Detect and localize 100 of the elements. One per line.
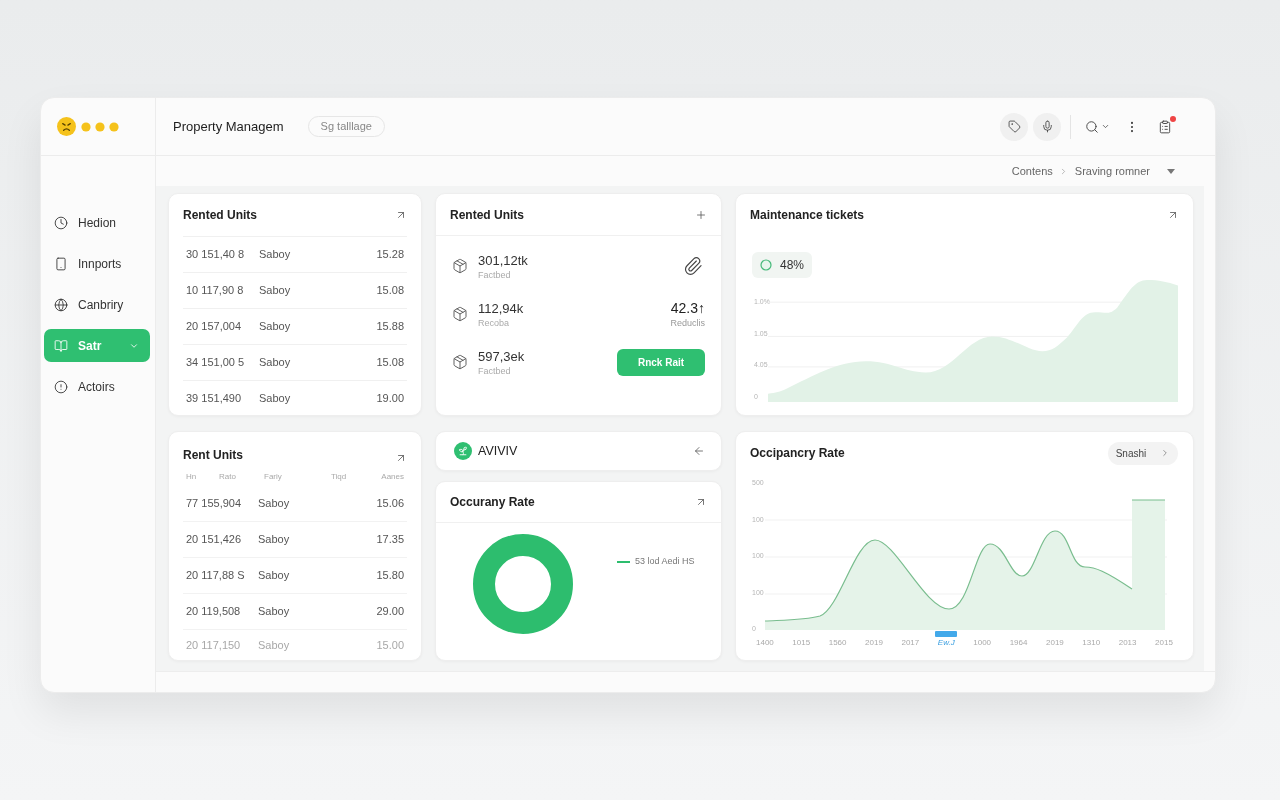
axis-label[interactable]: 2017 bbox=[901, 638, 920, 648]
axis-label[interactable]: 1400 bbox=[756, 638, 774, 648]
breadcrumb-link[interactable]: Sraving romner bbox=[1074, 162, 1150, 180]
tenant-name: Saboy bbox=[258, 496, 290, 512]
axis-label[interactable]: 2019 bbox=[1046, 638, 1064, 648]
unit-id: 20 117,88 S bbox=[186, 568, 246, 584]
axis-label[interactable]: 1000 bbox=[973, 638, 992, 648]
alert-circle-icon bbox=[54, 379, 68, 394]
clipboard-icon[interactable] bbox=[1158, 119, 1172, 134]
axis-label[interactable]: 2019 bbox=[865, 638, 883, 648]
box-icon bbox=[452, 306, 468, 322]
rent-amount: 17.35 bbox=[376, 532, 404, 548]
column-header: Rato bbox=[219, 471, 237, 483]
tenant-name: Saboy bbox=[259, 391, 291, 407]
rent-amount: 19.00 bbox=[376, 391, 404, 407]
column-header: Tiqd bbox=[331, 471, 347, 483]
column-header: Hn bbox=[186, 471, 198, 483]
arrow-left-icon[interactable] bbox=[693, 445, 705, 457]
tenant-name: Saboy bbox=[259, 247, 291, 263]
stat-caption: Recoba bbox=[478, 316, 511, 329]
legend-label: 53 lod Aedi HS bbox=[635, 555, 695, 568]
rent-amount: 15.08 bbox=[376, 355, 404, 371]
dots-icon bbox=[81, 121, 119, 132]
card-title: Rent Units bbox=[183, 447, 243, 464]
sidebar-item[interactable]: Satr bbox=[44, 329, 150, 362]
highlight-bar-icon bbox=[935, 631, 958, 637]
arrow-up-right-icon[interactable] bbox=[395, 209, 407, 221]
unit-id: 10 117,90 8 bbox=[186, 283, 245, 299]
sidebar-item[interactable]: Canbriry bbox=[44, 288, 150, 321]
box-icon bbox=[452, 258, 468, 274]
unit-id: 77 155,904 bbox=[186, 496, 243, 512]
chevron-down-icon[interactable] bbox=[1101, 122, 1110, 131]
arrow-up-right-icon[interactable] bbox=[395, 452, 407, 464]
tenant-name: Saboy bbox=[258, 568, 290, 584]
card-title: Rented Units bbox=[183, 207, 257, 224]
stat-value: 597,3ek bbox=[478, 347, 525, 365]
percent-value: 48% bbox=[780, 257, 805, 274]
breadcrumb-link[interactable]: Contens bbox=[1011, 162, 1053, 180]
rent-amount: 15.88 bbox=[376, 319, 404, 335]
tag-icon bbox=[1007, 120, 1021, 133]
rent-amount: 15.80 bbox=[376, 568, 404, 584]
card-title: Rented Units bbox=[450, 206, 524, 224]
stat-caption: Factbed bbox=[478, 364, 512, 377]
rent-amount: 15.08 bbox=[376, 283, 404, 299]
arrow-up-right-icon[interactable] bbox=[695, 496, 707, 508]
stat-caption: Factbed bbox=[478, 268, 512, 281]
tenant-name: Saboy bbox=[258, 638, 290, 654]
legend-line-icon bbox=[617, 560, 630, 563]
sidebar-item[interactable]: Actoirs bbox=[44, 370, 150, 403]
sprout-badge-icon bbox=[454, 442, 472, 460]
tag-button[interactable] bbox=[1000, 112, 1028, 141]
action-button[interactable]: Rnck Rait bbox=[617, 348, 705, 376]
tenant-name: Saboy bbox=[258, 604, 290, 620]
microphone-icon bbox=[1040, 120, 1054, 133]
axis-label[interactable]: 1310 bbox=[1082, 638, 1101, 648]
rent-amount: 15.00 bbox=[376, 638, 404, 654]
plus-icon[interactable] bbox=[695, 208, 707, 221]
unit-id: 20 117,150 bbox=[186, 638, 242, 654]
clock-icon bbox=[54, 215, 68, 230]
column-header: Fariy bbox=[264, 471, 283, 483]
column-header: Aanes bbox=[381, 471, 404, 483]
rent-amount: 29.00 bbox=[376, 604, 404, 620]
unit-id: 34 151,00 5 bbox=[186, 355, 246, 371]
metric-value: 42.3↑ bbox=[670, 299, 705, 317]
app-title: Property Managem bbox=[173, 117, 284, 136]
unit-id: 39 151,490 bbox=[186, 391, 243, 407]
filter-button[interactable]: Snashi bbox=[1108, 441, 1178, 465]
unit-id: 20 157,004 bbox=[186, 319, 243, 335]
axis-label[interactable]: Ew.J bbox=[937, 638, 955, 648]
box-icon bbox=[452, 354, 468, 370]
search-icon[interactable] bbox=[1085, 119, 1099, 134]
unit-id: 20 151,426 bbox=[186, 532, 243, 548]
phone-icon bbox=[54, 256, 68, 271]
microphone-button[interactable] bbox=[1033, 112, 1061, 141]
tenant-name: Saboy bbox=[259, 319, 291, 335]
stat-value: 112,94k bbox=[478, 299, 524, 317]
globe-icon bbox=[54, 297, 68, 312]
tenant-name: Saboy bbox=[259, 355, 291, 371]
rent-amount: 15.28 bbox=[376, 247, 404, 263]
account-name: AVIVIV bbox=[478, 442, 518, 460]
unit-id: 30 151,40 8 bbox=[186, 247, 246, 263]
axis-label[interactable]: 2015 bbox=[1155, 638, 1173, 648]
axis-label[interactable]: 2013 bbox=[1118, 638, 1137, 648]
axis-label[interactable]: 1560 bbox=[828, 638, 847, 648]
arrow-up-right-icon[interactable] bbox=[1167, 209, 1179, 221]
card-title: Maintenance tickets bbox=[750, 207, 865, 224]
card-title: Occipancry Rate bbox=[750, 445, 845, 462]
tenant-name: Saboy bbox=[258, 532, 290, 548]
metric-caption: Reduclis bbox=[670, 317, 705, 329]
axis-label[interactable]: 1964 bbox=[1009, 638, 1028, 648]
tenant-name: Saboy bbox=[259, 283, 291, 299]
sidebar-item[interactable]: Hedion bbox=[44, 206, 150, 239]
face-icon bbox=[57, 117, 76, 136]
axis-label[interactable]: 1015 bbox=[792, 638, 811, 648]
sidebar-item[interactable]: Innports bbox=[44, 247, 150, 280]
caret-down-icon[interactable] bbox=[1167, 168, 1175, 174]
card-title: Occurany Rate bbox=[450, 494, 535, 511]
paperclip-icon[interactable] bbox=[683, 256, 703, 276]
ring-icon bbox=[760, 259, 772, 271]
unit-id: 20 119,508 bbox=[186, 604, 242, 620]
